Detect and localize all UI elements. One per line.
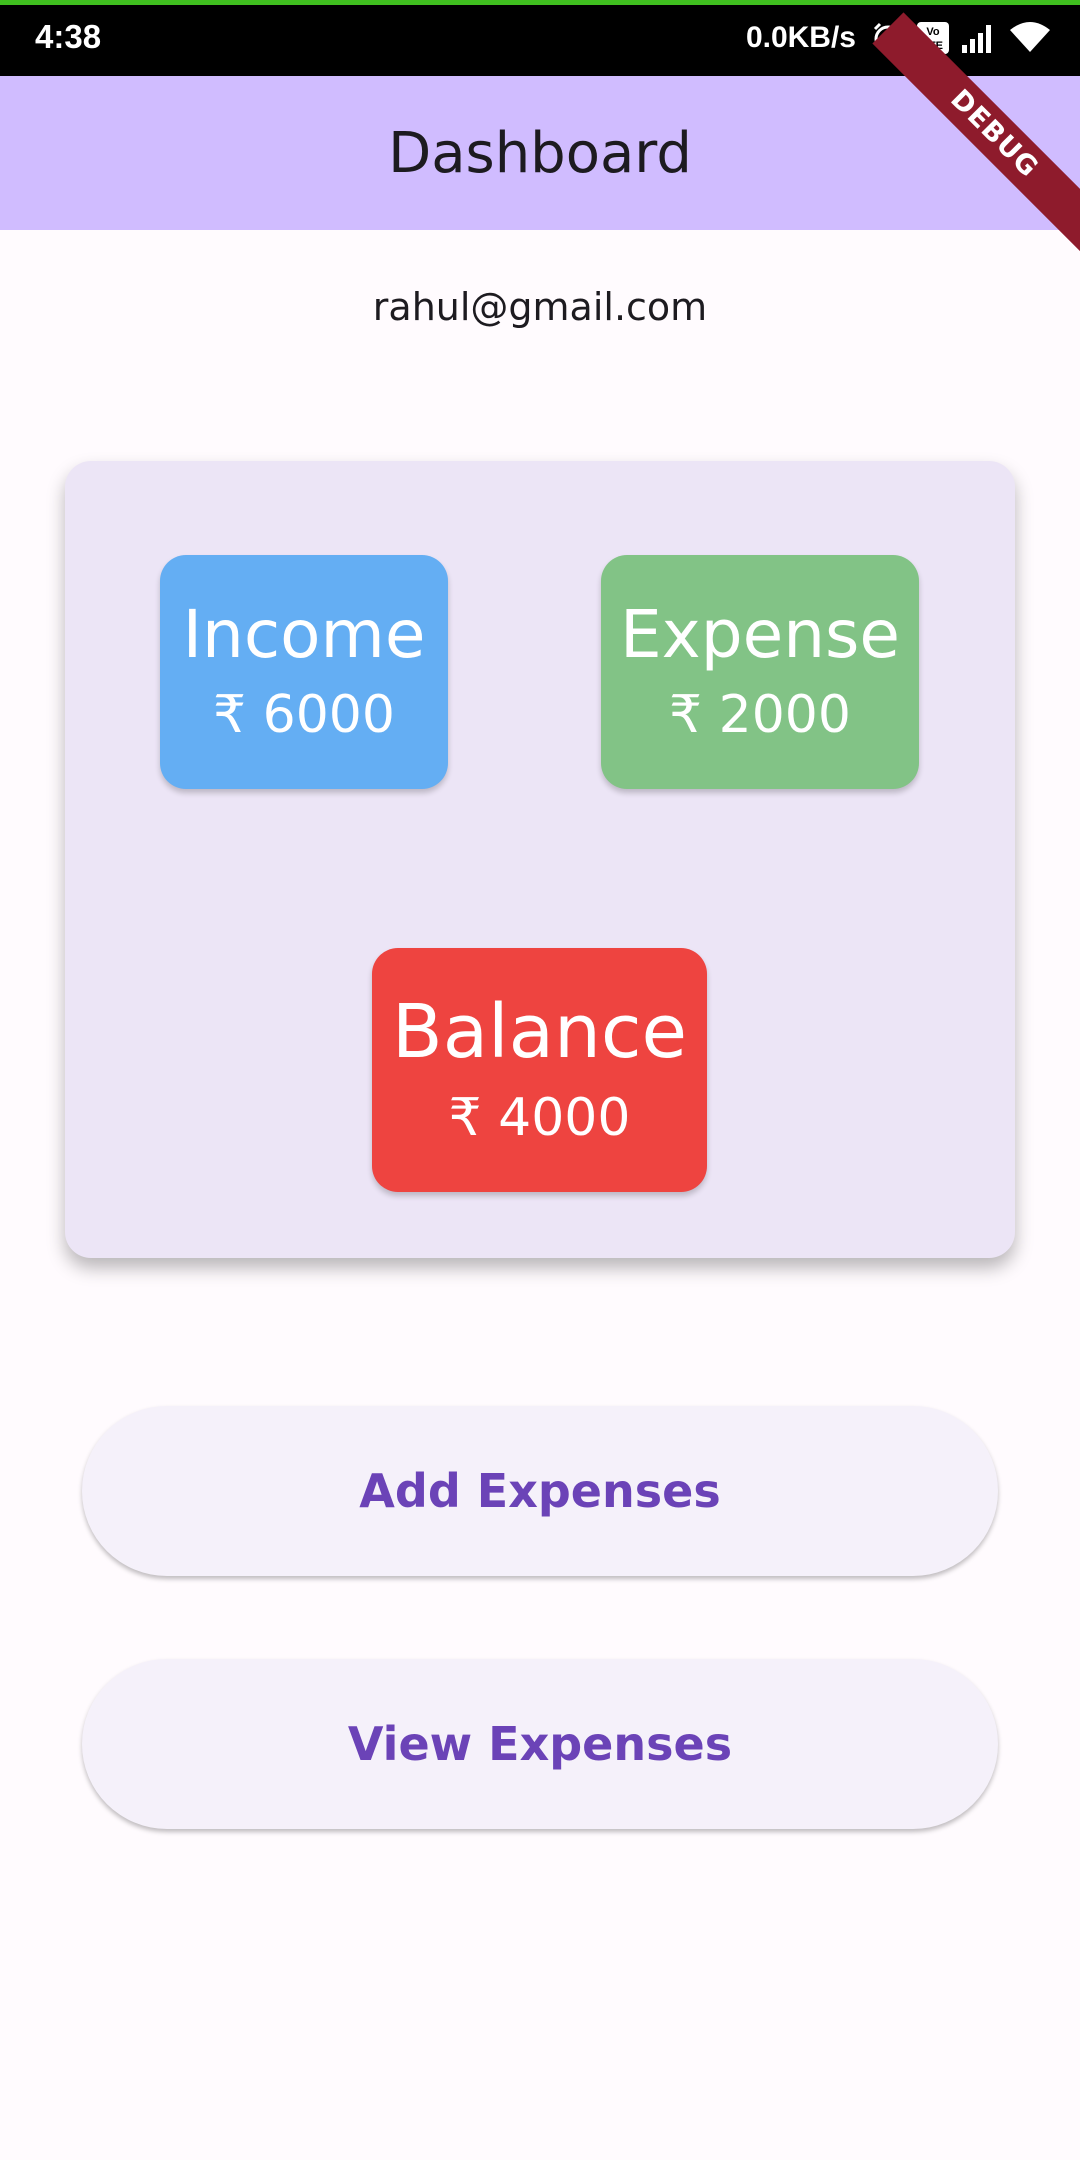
income-value: ₹ 6000 [213, 685, 395, 746]
status-time: 4:38 [35, 18, 102, 55]
summary-card: Income ₹ 6000 Expense ₹ 2000 Balance ₹ 4… [65, 461, 1015, 1258]
network-speed: 0.0KB/s [745, 21, 856, 54]
expense-tile: Expense ₹ 2000 [601, 555, 919, 789]
svg-text:Vo: Vo [926, 26, 940, 38]
balance-tile: Balance ₹ 4000 [372, 948, 707, 1192]
page-title: Dashboard [388, 120, 692, 186]
wifi-icon [1008, 20, 1052, 56]
status-progress-line [0, 0, 1080, 5]
income-label: Income [182, 595, 426, 673]
view-expenses-button[interactable]: View Expenses [82, 1659, 998, 1829]
balance-label: Balance [391, 989, 688, 1076]
user-email: rahul@gmail.com [372, 285, 708, 329]
app-bar: Dashboard [0, 76, 1080, 230]
signal-icon [960, 21, 998, 55]
expense-value: ₹ 2000 [669, 685, 851, 746]
expense-label: Expense [619, 595, 901, 673]
add-expenses-button[interactable]: Add Expenses [82, 1406, 998, 1576]
balance-value: ₹ 4000 [448, 1087, 631, 1148]
income-tile: Income ₹ 6000 [160, 555, 448, 789]
